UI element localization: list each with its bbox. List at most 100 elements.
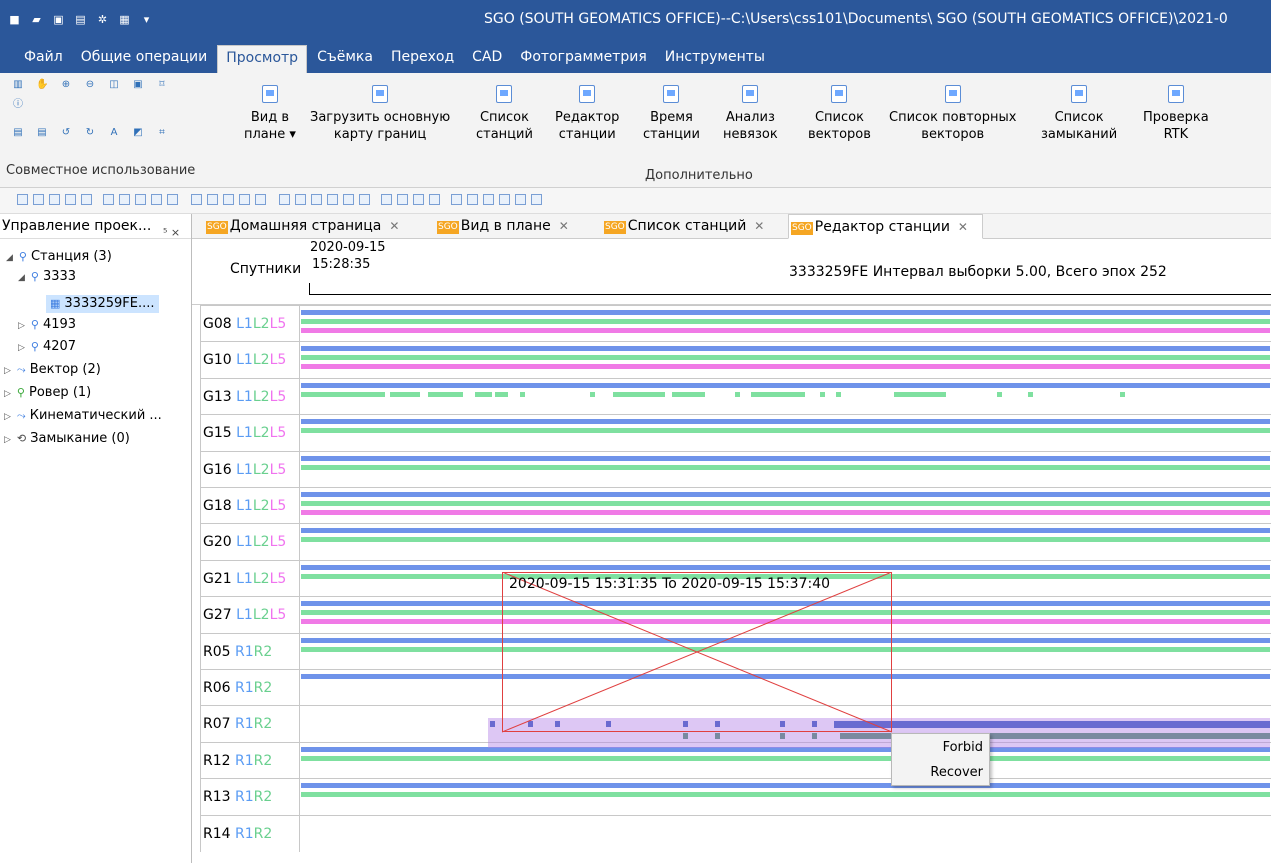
close-tab-icon[interactable]: ✕ [389,219,399,233]
expand-arrow-icon[interactable]: ▷ [4,366,11,376]
satellite-row-r13[interactable]: R13 R1R2 [200,778,1271,816]
panel-pin-close-icon[interactable]: ⁵ × [163,220,180,245]
satellite-row-g20[interactable]: G20 L1L2L5 [200,523,1271,561]
rtk-check-button[interactable]: Проверка RTK [1143,85,1209,143]
zoom-all-icon[interactable] [343,194,354,205]
tree-item-3333259fe[interactable]: ▦ 3333259FE.... [46,295,159,313]
list-icon[interactable]: ▤ [36,127,48,139]
redo-icon[interactable]: ↻ [84,127,96,139]
menu-tab-photogrammetry[interactable]: Фотограмметрия [512,45,654,73]
vector-icon[interactable] [151,194,162,205]
zoom-window-icon[interactable] [327,194,338,205]
undo-icon[interactable]: ↺ [60,127,72,139]
satellite-row-g08[interactable]: G08 L1L2L5 [200,305,1271,342]
station-editor-view[interactable]: Спутники 2020-09-15 15:28:35 3333259FE И… [192,239,1271,863]
tab-station-list[interactable]: SGO Список станций ✕ [602,214,764,239]
text-size-icon[interactable]: A [108,127,120,139]
qat-dropdown-icon[interactable]: ▾ [140,13,153,26]
vector-list-button[interactable]: Список векторов [808,85,871,143]
menu-tab-transition[interactable]: Переход [383,45,462,73]
select-icon[interactable] [429,194,440,205]
report-icon[interactable] [191,194,202,205]
zoom-fit-icon[interactable] [359,194,370,205]
list-icon[interactable] [499,194,510,205]
expand-arrow-icon[interactable]: ▷ [4,435,11,445]
expand-arrow-icon[interactable]: ▷ [18,321,25,331]
tree-item-loop[interactable]: ▷ ⟲ Замыкание (0) [4,430,130,449]
collapse-arrow-icon[interactable]: ◢ [18,273,25,283]
help-icon[interactable] [531,194,542,205]
snap-icon[interactable]: ⌗ [156,127,168,139]
adjust-icon[interactable] [135,194,146,205]
tree-item-rover[interactable]: ▷ ⚲ Ровер (1) [4,384,91,403]
zoom-out-icon[interactable] [311,194,322,205]
menu-tab-view[interactable]: Просмотр [217,45,308,73]
tab-home[interactable]: SGO Домашняя страница ✕ [204,214,399,239]
undo-icon[interactable] [381,194,392,205]
open-icon[interactable] [33,194,44,205]
station-list-button[interactable]: Список станций [476,85,533,143]
close-tab-icon[interactable]: ✕ [958,220,968,234]
zoom-extent-icon[interactable]: ▣ [132,79,144,91]
menu-tab-cad[interactable]: CAD [464,45,510,73]
menu-tab-file[interactable]: Файл [16,45,71,73]
zoom-fit-icon[interactable]: ⌑ [156,79,168,91]
grid-icon[interactable]: ▤ [12,127,24,139]
tree-item-kinematic[interactable]: ▷ ⤳ Кинематический ... [4,407,162,426]
report3-icon[interactable] [223,194,234,205]
loop-list-button[interactable]: Список замыканий [1041,85,1117,143]
zoom-in-icon[interactable]: ⊕ [60,79,72,91]
pan-icon[interactable] [279,194,290,205]
map-icon[interactable] [467,194,478,205]
report5-icon[interactable] [255,194,266,205]
grid-icon[interactable] [451,194,462,205]
expand-arrow-icon[interactable]: ▷ [18,343,25,353]
close-tab-icon[interactable]: ✕ [754,219,764,233]
satellite-row-g18[interactable]: G18 L1L2L5 [200,487,1271,524]
report4-icon[interactable] [239,194,250,205]
expand-arrow-icon[interactable]: ▷ [4,389,11,399]
menu-tab-tools[interactable]: Инструменты [657,45,773,73]
tab-station-editor[interactable]: SGO Редактор станции ✕ [788,214,983,239]
redo-icon[interactable] [397,194,408,205]
print-icon[interactable] [65,194,76,205]
report2-icon[interactable] [207,194,218,205]
settings-gear-icon[interactable]: ✲ [96,13,109,26]
satellite-row-g10[interactable]: G10 L1L2L5 [200,341,1271,379]
display-icon[interactable]: ▥ [12,79,24,91]
satellite-row-g16[interactable]: G16 L1L2L5 [200,450,1271,488]
print-icon[interactable]: ▤ [74,13,87,26]
tab-plan-view[interactable]: SGO Вид в плане ✕ [435,214,569,239]
tree-item-3333[interactable]: ◢ ⚲ 3333 [18,268,76,287]
expand-arrow-icon[interactable]: ▷ [4,412,11,422]
tree-item-4207[interactable]: ▷ ⚲ 4207 [18,338,76,357]
zoom-in-icon[interactable] [295,194,306,205]
close-tab-icon[interactable]: ✕ [559,219,569,233]
repeat-vector-list-button[interactable]: Список повторных векторов [889,85,1016,143]
zoom-out-icon[interactable]: ⊖ [84,79,96,91]
select-icon[interactable]: ◩ [132,127,144,139]
tree-item-4193[interactable]: ▷ ⚲ 4193 [18,316,76,335]
pan-hand-icon[interactable]: ✋ [36,79,48,91]
save-icon[interactable] [49,194,60,205]
customize-icon[interactable]: ▦ [118,13,131,26]
menu-item-recover[interactable]: Recover [892,762,989,784]
settings-icon[interactable] [515,194,526,205]
import-icon[interactable] [103,194,114,205]
info-icon[interactable]: ⓘ [12,99,24,111]
satellite-row-g13[interactable]: G13 L1L2L5 [200,377,1271,415]
station-time-button[interactable]: Время станции [643,85,700,143]
menu-tab-general[interactable]: Общие операции [73,45,216,73]
text-icon[interactable] [413,194,424,205]
network-icon[interactable] [167,194,178,205]
load-basemap-button[interactable]: Загрузить основную карту границ [310,85,450,143]
plan-view-button[interactable]: Вид в плане ▾ [244,85,296,143]
tree-item-vector[interactable]: ▷ ⤳ Вектор (2) [4,361,101,380]
misclosure-analysis-button[interactable]: Анализ невязок [723,85,778,143]
process-icon[interactable] [119,194,130,205]
tree-item-station[interactable]: ◢ ⚲ Станция (3) [6,248,112,267]
menu-tab-survey[interactable]: Съёмка [309,45,381,73]
save-icon[interactable]: ▣ [52,13,65,26]
zoom-window-icon[interactable]: ◫ [108,79,120,91]
new-icon[interactable] [17,194,28,205]
